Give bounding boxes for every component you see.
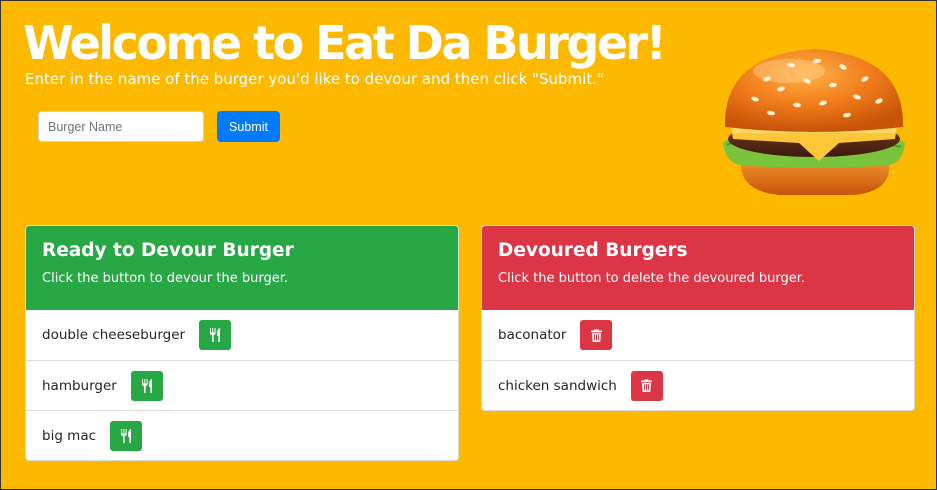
devoured-burger-list: baconator chicken sandwich <box>482 310 914 410</box>
delete-button[interactable] <box>580 320 613 350</box>
utensils-icon <box>210 328 221 342</box>
devoured-burgers-card: Devoured Burgers Click the button to del… <box>481 225 915 411</box>
devoured-card-subtitle: Click the button to delete the devoured … <box>498 271 806 286</box>
devour-button[interactable] <box>130 370 163 401</box>
trash-icon <box>590 328 602 342</box>
page-subtitle: Enter in the name of the burger you'd li… <box>25 70 604 88</box>
utensils-icon <box>121 428 132 443</box>
ready-card-title: Ready to Devour Burger <box>42 240 294 261</box>
list-item: double cheeseburger <box>26 310 458 360</box>
burger-name: chicken sandwich <box>498 377 617 394</box>
submit-button[interactable]: Submit <box>217 111 280 142</box>
burger-name: baconator <box>498 327 567 343</box>
burger-name: hamburger <box>42 377 117 394</box>
trash-icon <box>641 379 653 392</box>
ready-to-devour-card: Ready to Devour Burger Click the button … <box>25 225 459 461</box>
list-item: big mac <box>26 410 458 460</box>
delete-button[interactable] <box>630 370 663 401</box>
ready-card-header: Ready to Devour Burger Click the button … <box>26 226 458 310</box>
devour-button[interactable] <box>110 420 143 451</box>
page-title: Welcome to Eat Da Burger! <box>23 16 667 70</box>
devoured-card-header: Devoured Burgers Click the button to del… <box>482 226 914 310</box>
burger-name: double cheeseburger <box>42 327 186 343</box>
devour-button[interactable] <box>199 320 232 350</box>
list-item: hamburger <box>26 360 458 410</box>
list-item: baconator <box>482 310 914 360</box>
ready-burger-list: double cheeseburger hamburger big mac <box>26 310 458 460</box>
utensils-icon <box>141 378 152 393</box>
burger-name: big mac <box>42 427 97 444</box>
burger-name-input[interactable] <box>38 111 204 142</box>
devoured-card-title: Devoured Burgers <box>498 240 688 261</box>
ready-card-subtitle: Click the button to devour the burger. <box>42 271 288 286</box>
burger-image <box>723 49 905 195</box>
list-item: chicken sandwich <box>482 360 914 410</box>
